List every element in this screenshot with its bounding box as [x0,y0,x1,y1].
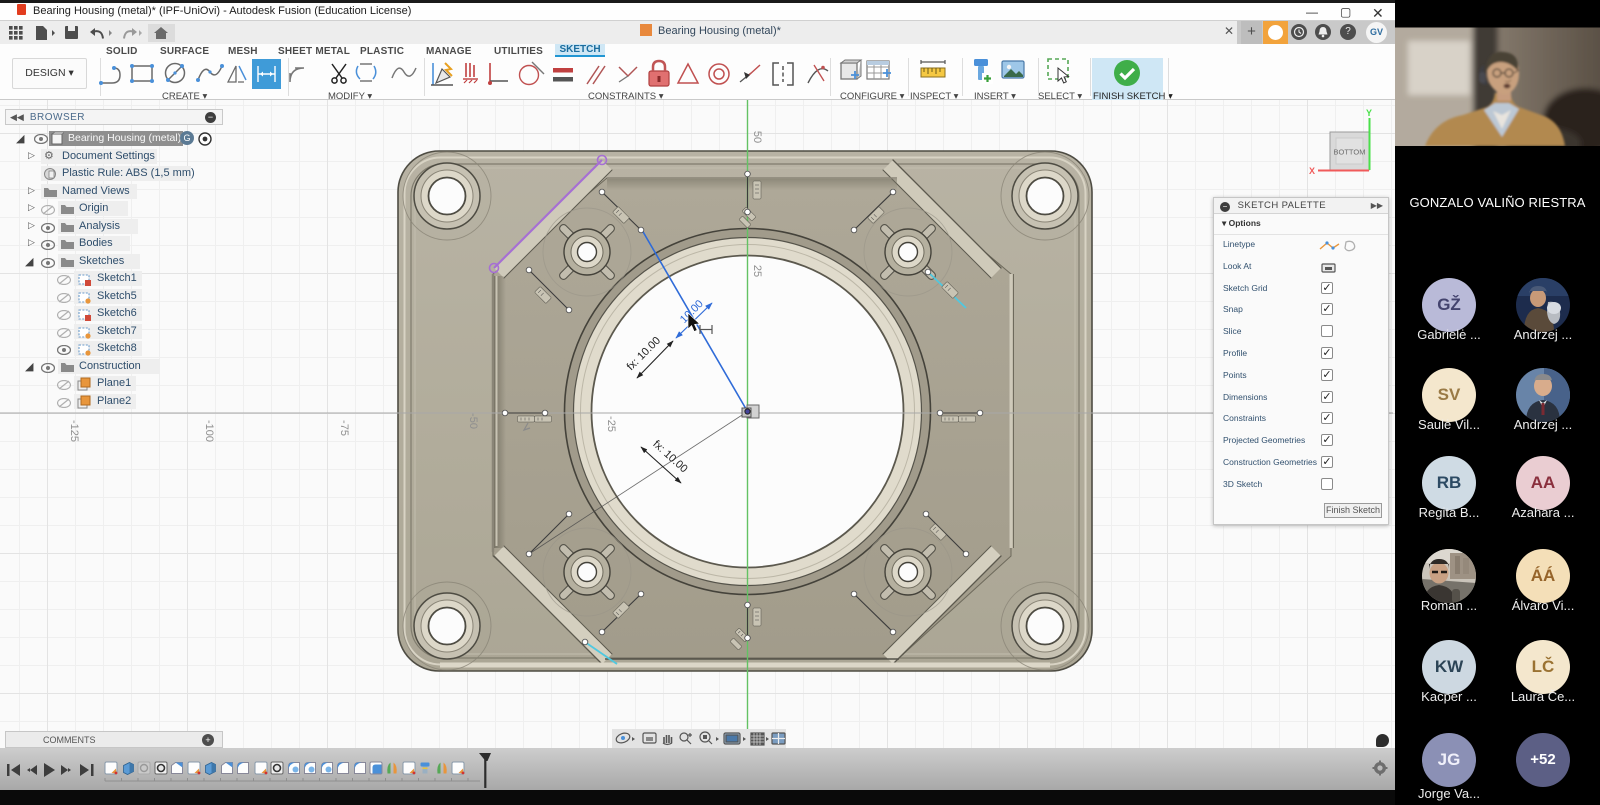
svg-text:BOTTOM: BOTTOM [1334,148,1366,157]
svg-text:25: 25 [751,265,763,277]
svg-text:Y: Y [1366,108,1372,118]
svg-text:50: 50 [751,131,763,143]
svg-text:-100: -100 [203,420,215,442]
svg-text:-25: -25 [605,416,617,432]
svg-text:-125: -125 [68,420,80,442]
svg-text:-75: -75 [338,420,350,436]
svg-text:X: X [1309,166,1315,176]
svg-text:-50: -50 [467,413,479,429]
